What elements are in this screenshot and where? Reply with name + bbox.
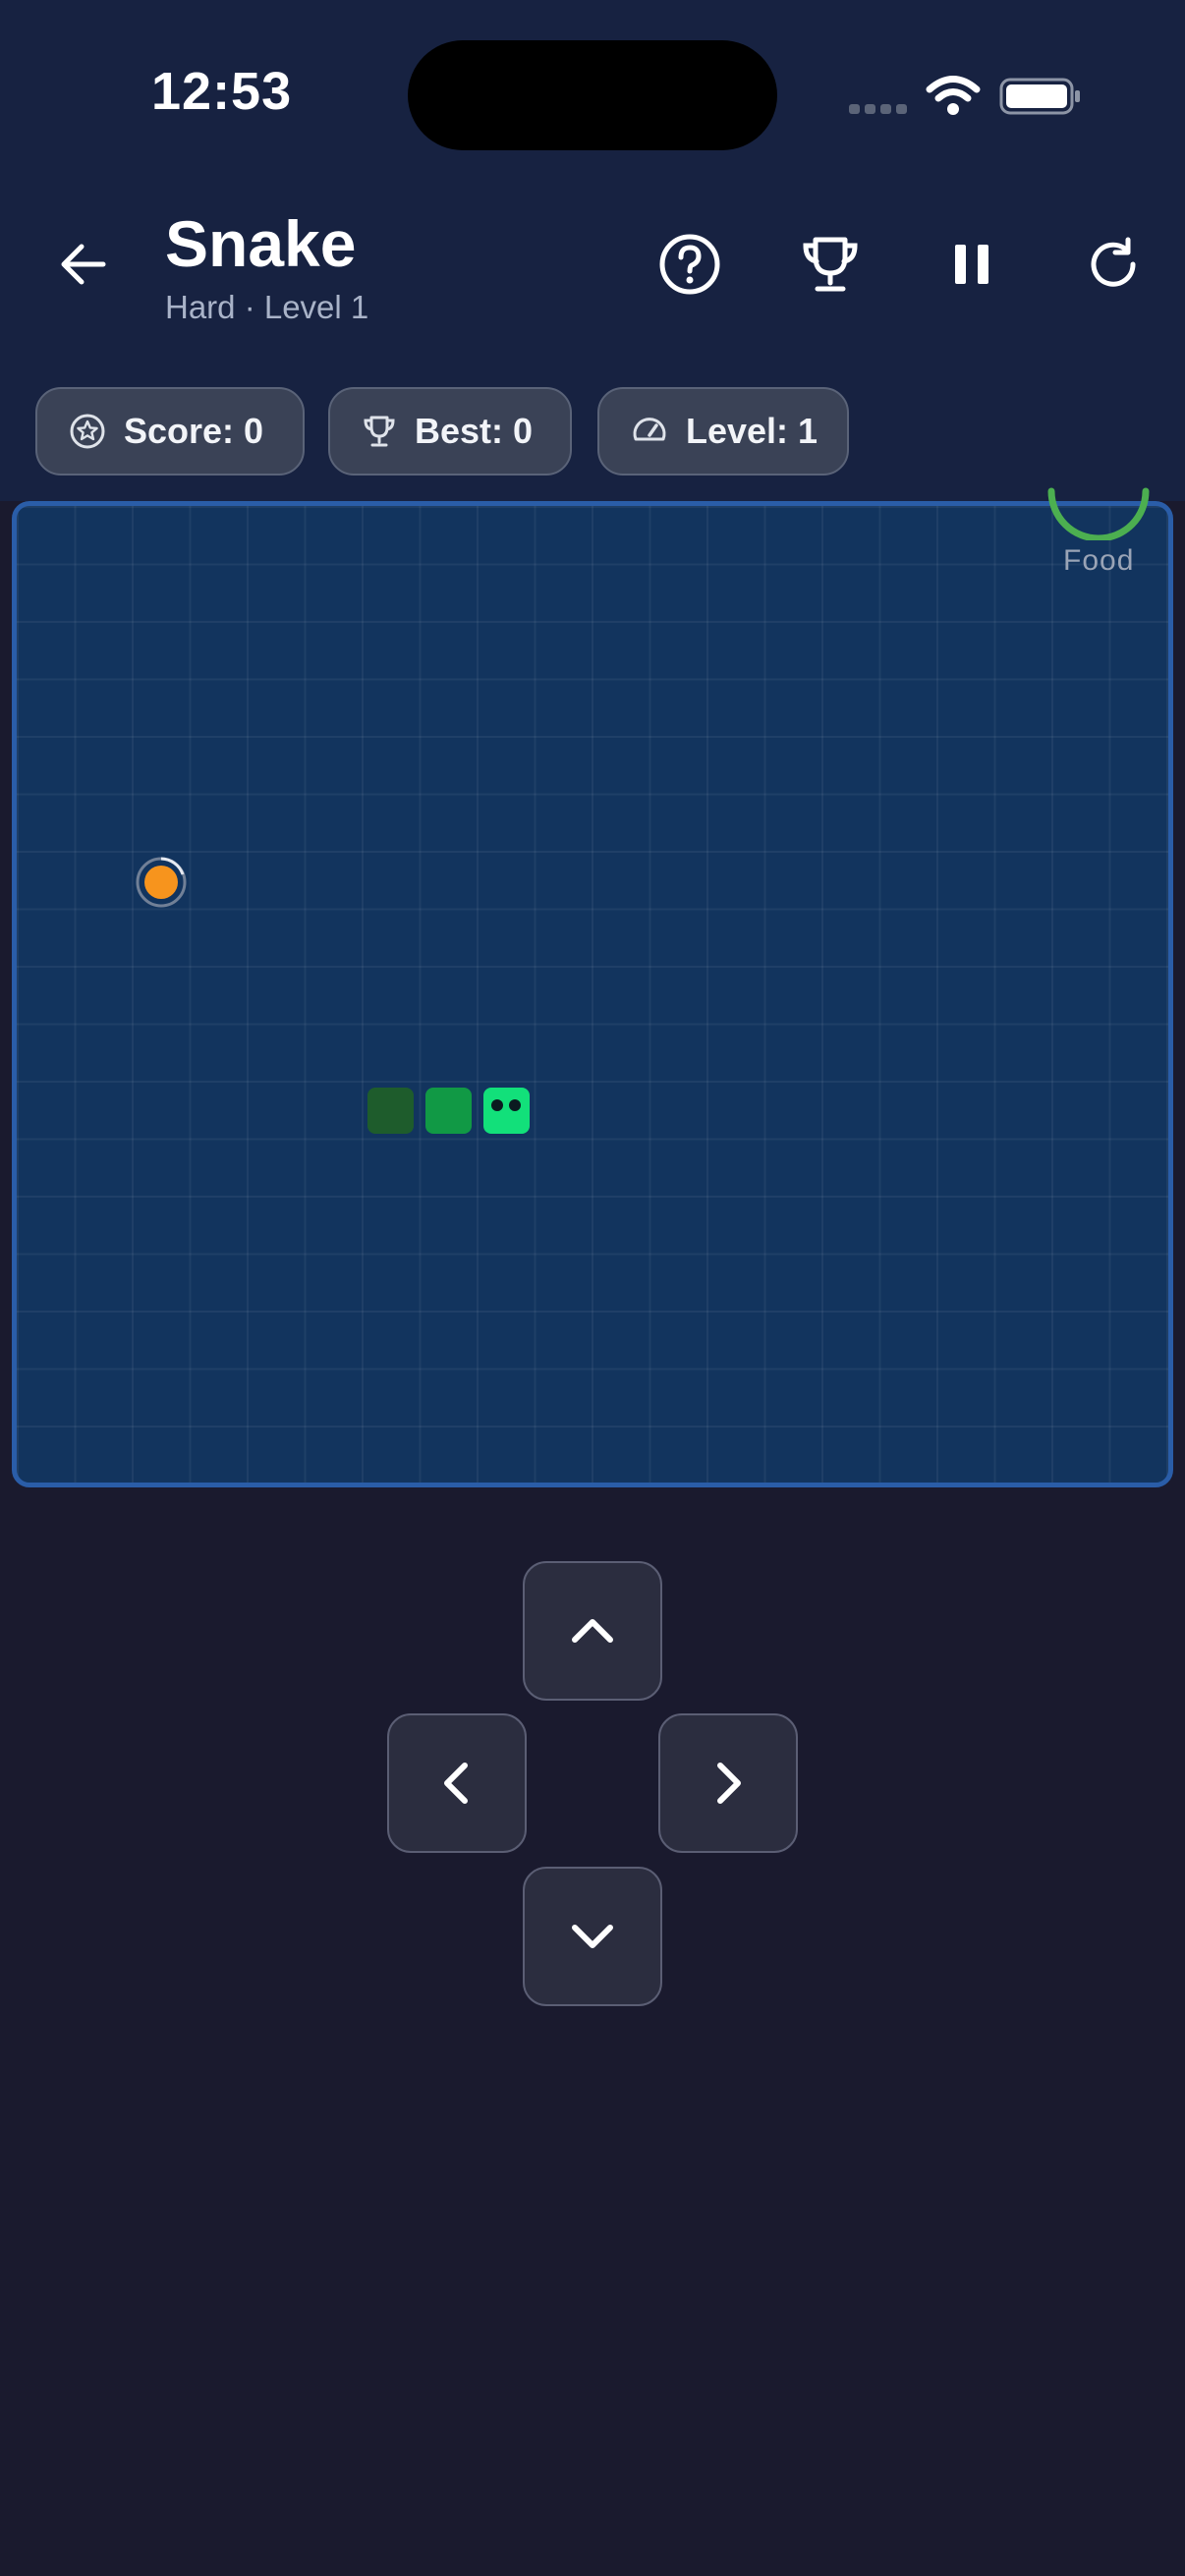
chevron-left-icon bbox=[444, 1763, 468, 1804]
help-circle-icon bbox=[659, 234, 720, 295]
level-text: Level: 1 bbox=[686, 411, 818, 451]
status-time: 12:53 bbox=[151, 62, 293, 121]
food-item bbox=[136, 857, 187, 908]
best-badge: Best: 0 bbox=[328, 387, 572, 476]
pause-icon bbox=[955, 245, 988, 284]
trophy-icon bbox=[803, 237, 858, 292]
score-text: Score: 0 bbox=[124, 411, 264, 451]
dynamic-island bbox=[408, 40, 777, 150]
snake-body-segment bbox=[425, 1088, 472, 1134]
snake-game-screen: 12:53 Snake Hard · Level 1 Score: 0 Best… bbox=[0, 0, 1185, 2576]
level-badge: Level: 1 bbox=[597, 387, 849, 476]
right-button[interactable] bbox=[658, 1713, 798, 1853]
down-button[interactable] bbox=[523, 1867, 662, 2006]
left-button[interactable] bbox=[387, 1713, 527, 1853]
chevron-right-icon bbox=[717, 1763, 741, 1804]
snake-eye bbox=[509, 1099, 521, 1111]
game-board[interactable] bbox=[12, 501, 1173, 1487]
page-title: Snake bbox=[165, 207, 357, 280]
page-subtitle: Hard · Level 1 bbox=[165, 289, 369, 325]
up-button[interactable] bbox=[523, 1561, 662, 1701]
signal-icon bbox=[849, 104, 907, 114]
restart-icon bbox=[1091, 237, 1136, 287]
snake-tail-segment bbox=[367, 1088, 414, 1134]
help-button[interactable] bbox=[646, 220, 734, 308]
trophy-icon bbox=[364, 416, 395, 447]
speedometer-icon bbox=[633, 418, 666, 441]
chevron-down-icon bbox=[572, 1925, 613, 1948]
score-badge: Score: 0 bbox=[35, 387, 305, 476]
best-text: Best: 0 bbox=[415, 411, 534, 451]
star-circle-icon bbox=[70, 414, 105, 449]
snake-eye bbox=[491, 1099, 503, 1111]
battery-icon bbox=[999, 78, 1080, 115]
restart-button[interactable] bbox=[1069, 220, 1157, 308]
wifi-icon bbox=[926, 76, 981, 115]
trophy-button[interactable] bbox=[786, 220, 875, 308]
snake-head bbox=[483, 1088, 530, 1134]
food-indicator-ring bbox=[1047, 487, 1150, 540]
back-button[interactable] bbox=[39, 220, 128, 308]
chevron-up-icon bbox=[572, 1619, 613, 1643]
food-label: Food bbox=[1063, 544, 1135, 577]
header: 12:53 Snake Hard · Level 1 Score: 0 Best… bbox=[0, 0, 1185, 501]
arrow-left-icon bbox=[61, 244, 106, 285]
pause-button[interactable] bbox=[928, 220, 1016, 308]
